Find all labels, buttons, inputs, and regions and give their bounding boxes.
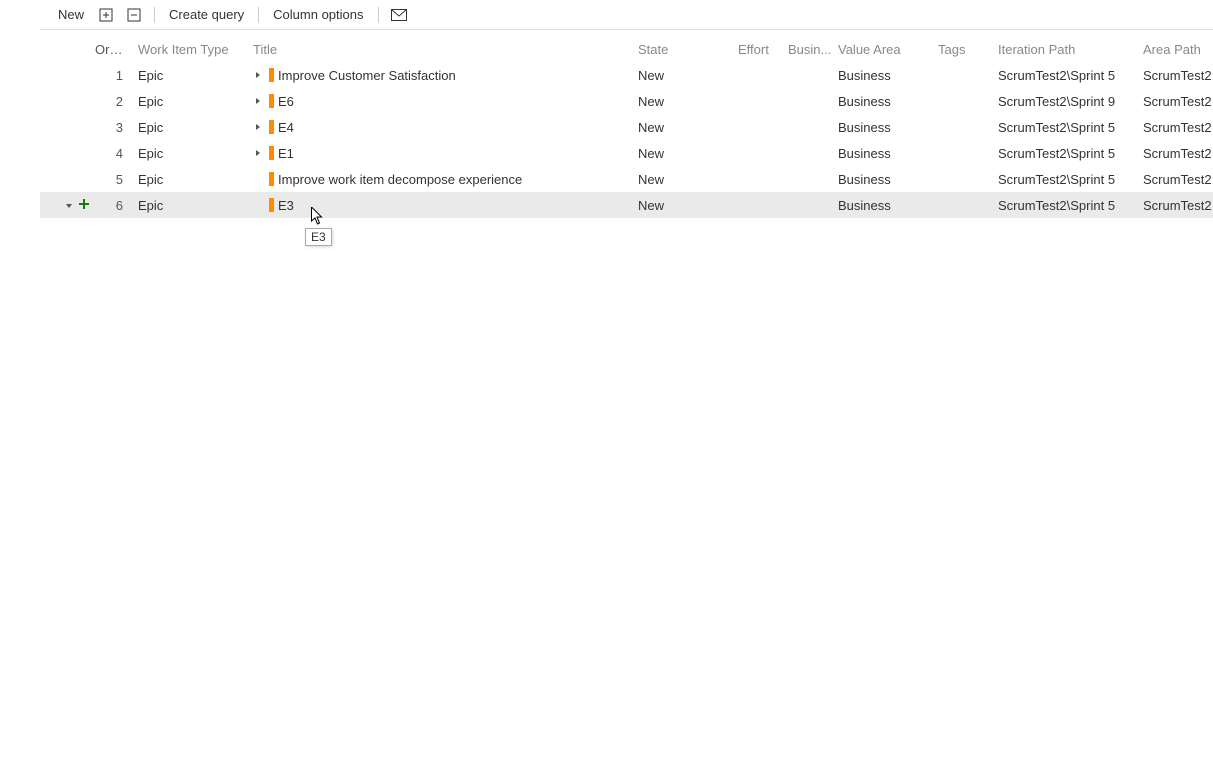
column-header-row: Order Work Item Type Title State Effort … bbox=[40, 36, 1213, 62]
col-tags[interactable]: Tags bbox=[935, 42, 995, 57]
state-cell: New bbox=[635, 172, 735, 187]
area-cell: ScrumTest2 bbox=[1140, 172, 1213, 187]
table-row[interactable]: 5Epic Improve work item decompose experie… bbox=[40, 166, 1213, 192]
mail-icon bbox=[391, 9, 407, 21]
iteration-cell: ScrumTest2\Sprint 5 bbox=[995, 68, 1140, 83]
expand-icon[interactable] bbox=[253, 96, 263, 106]
expand-icon[interactable] bbox=[253, 70, 263, 80]
tooltip: E3 bbox=[305, 228, 332, 246]
create-query-label: Create query bbox=[169, 7, 244, 22]
title-cell[interactable]: E4 bbox=[250, 120, 635, 135]
type-cell: Epic bbox=[135, 198, 250, 213]
column-options-label: Column options bbox=[273, 7, 363, 22]
area-cell: ScrumTest2 bbox=[1140, 120, 1213, 135]
separator bbox=[154, 7, 155, 23]
col-iteration-path[interactable]: Iteration Path bbox=[995, 42, 1140, 57]
iteration-cell: ScrumTest2\Sprint 9 bbox=[995, 94, 1140, 109]
type-cell: Epic bbox=[135, 172, 250, 187]
title-text: Improve Customer Satisfaction bbox=[278, 68, 456, 83]
area-cell: ScrumTest2 bbox=[1140, 94, 1213, 109]
iteration-cell: ScrumTest2\Sprint 5 bbox=[995, 172, 1140, 187]
row-gutter bbox=[40, 197, 95, 214]
col-value-area[interactable]: Value Area bbox=[835, 42, 935, 57]
table-row[interactable]: 4Epic E1 New Business ScrumTest2\Sprint 5Scr… bbox=[40, 140, 1213, 166]
collapse-all-button[interactable] bbox=[120, 1, 148, 29]
tooltip-text: E3 bbox=[311, 230, 326, 244]
order-cell: 5 bbox=[95, 172, 135, 187]
table-row[interactable]: 6Epic E3 New Business ScrumTest2\Sprint 5Scr… bbox=[40, 192, 1213, 218]
iteration-cell: ScrumTest2\Sprint 5 bbox=[995, 120, 1140, 135]
col-work-item-type[interactable]: Work Item Type bbox=[135, 42, 250, 57]
table-row[interactable]: 2Epic E6 New Business ScrumTest2\Sprint 9Scr… bbox=[40, 88, 1213, 114]
create-query-button[interactable]: Create query bbox=[161, 0, 252, 29]
table-row[interactable]: 1Epic Improve Customer Satisfaction New Bus… bbox=[40, 62, 1213, 88]
type-color-bar bbox=[269, 198, 274, 212]
title-text: Improve work item decompose experience bbox=[278, 172, 522, 187]
area-cell: ScrumTest2 bbox=[1140, 146, 1213, 161]
value-area-cell: Business bbox=[835, 68, 935, 83]
type-cell: Epic bbox=[135, 68, 250, 83]
type-color-bar bbox=[269, 146, 274, 160]
value-area-cell: Business bbox=[835, 198, 935, 213]
col-effort[interactable]: Effort bbox=[735, 42, 785, 57]
separator bbox=[378, 7, 379, 23]
column-options-button[interactable]: Column options bbox=[265, 0, 371, 29]
work-item-grid: Order Work Item Type Title State Effort … bbox=[40, 36, 1213, 218]
col-business[interactable]: Busin... bbox=[785, 42, 835, 57]
state-cell: New bbox=[635, 146, 735, 161]
type-cell: Epic bbox=[135, 94, 250, 109]
expand-icon[interactable] bbox=[253, 122, 263, 132]
type-color-bar bbox=[269, 94, 274, 108]
order-cell: 2 bbox=[95, 94, 135, 109]
state-cell: New bbox=[635, 198, 735, 213]
row-menu-caret-icon[interactable] bbox=[65, 198, 73, 213]
type-color-bar bbox=[269, 172, 274, 186]
type-cell: Epic bbox=[135, 120, 250, 135]
value-area-cell: Business bbox=[835, 94, 935, 109]
order-cell: 3 bbox=[95, 120, 135, 135]
col-state[interactable]: State bbox=[635, 42, 735, 57]
area-cell: ScrumTest2 bbox=[1140, 68, 1213, 83]
order-cell: 4 bbox=[95, 146, 135, 161]
value-area-cell: Business bbox=[835, 120, 935, 135]
new-label: New bbox=[58, 7, 84, 22]
table-row[interactable]: 3Epic E4 New Business ScrumTest2\Sprint 5Scr… bbox=[40, 114, 1213, 140]
value-area-cell: Business bbox=[835, 172, 935, 187]
toolbar: New Create query Column options bbox=[40, 0, 1213, 30]
type-color-bar bbox=[269, 68, 274, 82]
expand-all-button[interactable] bbox=[92, 1, 120, 29]
value-area-cell: Business bbox=[835, 146, 935, 161]
expand-icon[interactable] bbox=[253, 148, 263, 158]
col-title[interactable]: Title bbox=[250, 42, 635, 57]
title-text: E4 bbox=[278, 120, 294, 135]
title-text: E6 bbox=[278, 94, 294, 109]
title-text: E1 bbox=[278, 146, 294, 161]
title-cell[interactable]: E1 bbox=[250, 146, 635, 161]
state-cell: New bbox=[635, 120, 735, 135]
plus-square-icon bbox=[99, 8, 113, 22]
area-cell: ScrumTest2 bbox=[1140, 198, 1213, 213]
minus-square-icon bbox=[127, 8, 141, 22]
iteration-cell: ScrumTest2\Sprint 5 bbox=[995, 198, 1140, 213]
type-color-bar bbox=[269, 120, 274, 134]
col-area-path[interactable]: Area Path bbox=[1140, 42, 1213, 57]
col-order[interactable]: Order bbox=[95, 42, 135, 57]
state-cell: New bbox=[635, 68, 735, 83]
title-cell[interactable]: Improve Customer Satisfaction bbox=[250, 68, 635, 83]
iteration-cell: ScrumTest2\Sprint 5 bbox=[995, 146, 1140, 161]
type-cell: Epic bbox=[135, 146, 250, 161]
order-cell: 1 bbox=[95, 68, 135, 83]
add-child-icon[interactable] bbox=[77, 197, 91, 214]
separator bbox=[258, 7, 259, 23]
title-cell[interactable]: E3 bbox=[250, 198, 635, 213]
email-button[interactable] bbox=[385, 1, 413, 29]
new-button[interactable]: New bbox=[50, 0, 92, 29]
order-cell: 6 bbox=[95, 198, 135, 213]
title-text: E3 bbox=[278, 198, 294, 213]
title-cell[interactable]: E6 bbox=[250, 94, 635, 109]
state-cell: New bbox=[635, 94, 735, 109]
title-cell[interactable]: Improve work item decompose experience bbox=[250, 172, 635, 187]
